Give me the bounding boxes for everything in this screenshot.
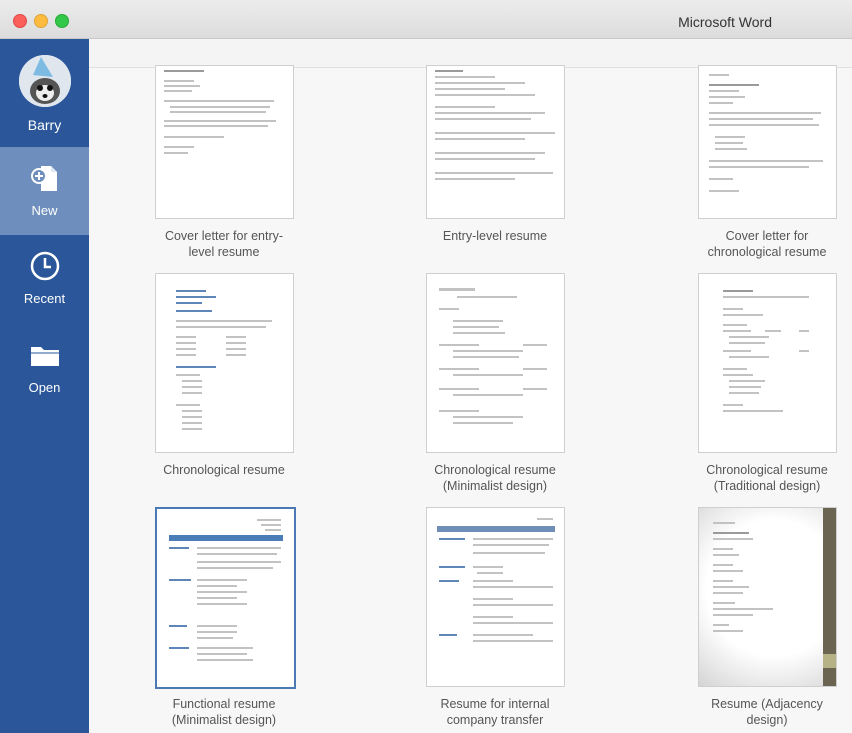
folder-icon — [31, 347, 59, 366]
template-thumbnail[interactable] — [698, 507, 837, 687]
template-thumbnail[interactable] — [426, 65, 565, 219]
template-label: Entry-level resume — [442, 229, 548, 243]
template-thumbnail[interactable] — [426, 507, 565, 687]
clock-icon — [30, 251, 60, 281]
template-label: Cover letter for chronological resume — [707, 229, 827, 259]
title-bar: Microsoft Word — [0, 0, 852, 39]
template-gallery: Cover letter for entry-level resume Entr… — [89, 39, 852, 733]
template-label: Resume for internal company transfer — [440, 697, 550, 727]
sidebar: Barry New Recent Open — [0, 39, 89, 733]
new-document-icon — [31, 166, 57, 191]
user-name: Barry — [27, 117, 62, 133]
zoom-window-button[interactable] — [55, 14, 69, 28]
template-label: Chronological resume (Traditional design) — [706, 463, 828, 493]
template-thumbnail[interactable] — [155, 273, 294, 453]
close-window-button[interactable] — [13, 14, 27, 28]
template-label: Chronological resume (Minimalist design) — [434, 463, 556, 493]
template-thumbnail[interactable] — [155, 65, 294, 219]
template-thumbnail[interactable] — [698, 273, 837, 453]
nav-new-label: New — [31, 203, 58, 218]
nav-open[interactable]: Open — [0, 324, 89, 412]
minimize-window-button[interactable] — [34, 14, 48, 28]
avatar[interactable] — [19, 55, 71, 107]
nav-open-label: Open — [28, 380, 61, 395]
template-label: Functional resume (Minimalist design) — [171, 697, 277, 727]
template-label: Resume (Adjacency design) — [711, 697, 823, 727]
gallery-toolbar — [89, 39, 852, 68]
template-thumbnail[interactable] — [698, 65, 837, 219]
template-label: Cover letter for entry-level resume — [164, 229, 284, 259]
template-thumbnail[interactable] — [155, 507, 296, 689]
nav-recent-label: Recent — [23, 291, 66, 306]
window-title: Microsoft Word — [678, 14, 772, 30]
nav-recent[interactable]: Recent — [0, 235, 89, 323]
nav-new[interactable]: New — [0, 147, 89, 235]
template-label: Chronological resume — [163, 463, 285, 477]
template-thumbnail[interactable] — [426, 273, 565, 453]
